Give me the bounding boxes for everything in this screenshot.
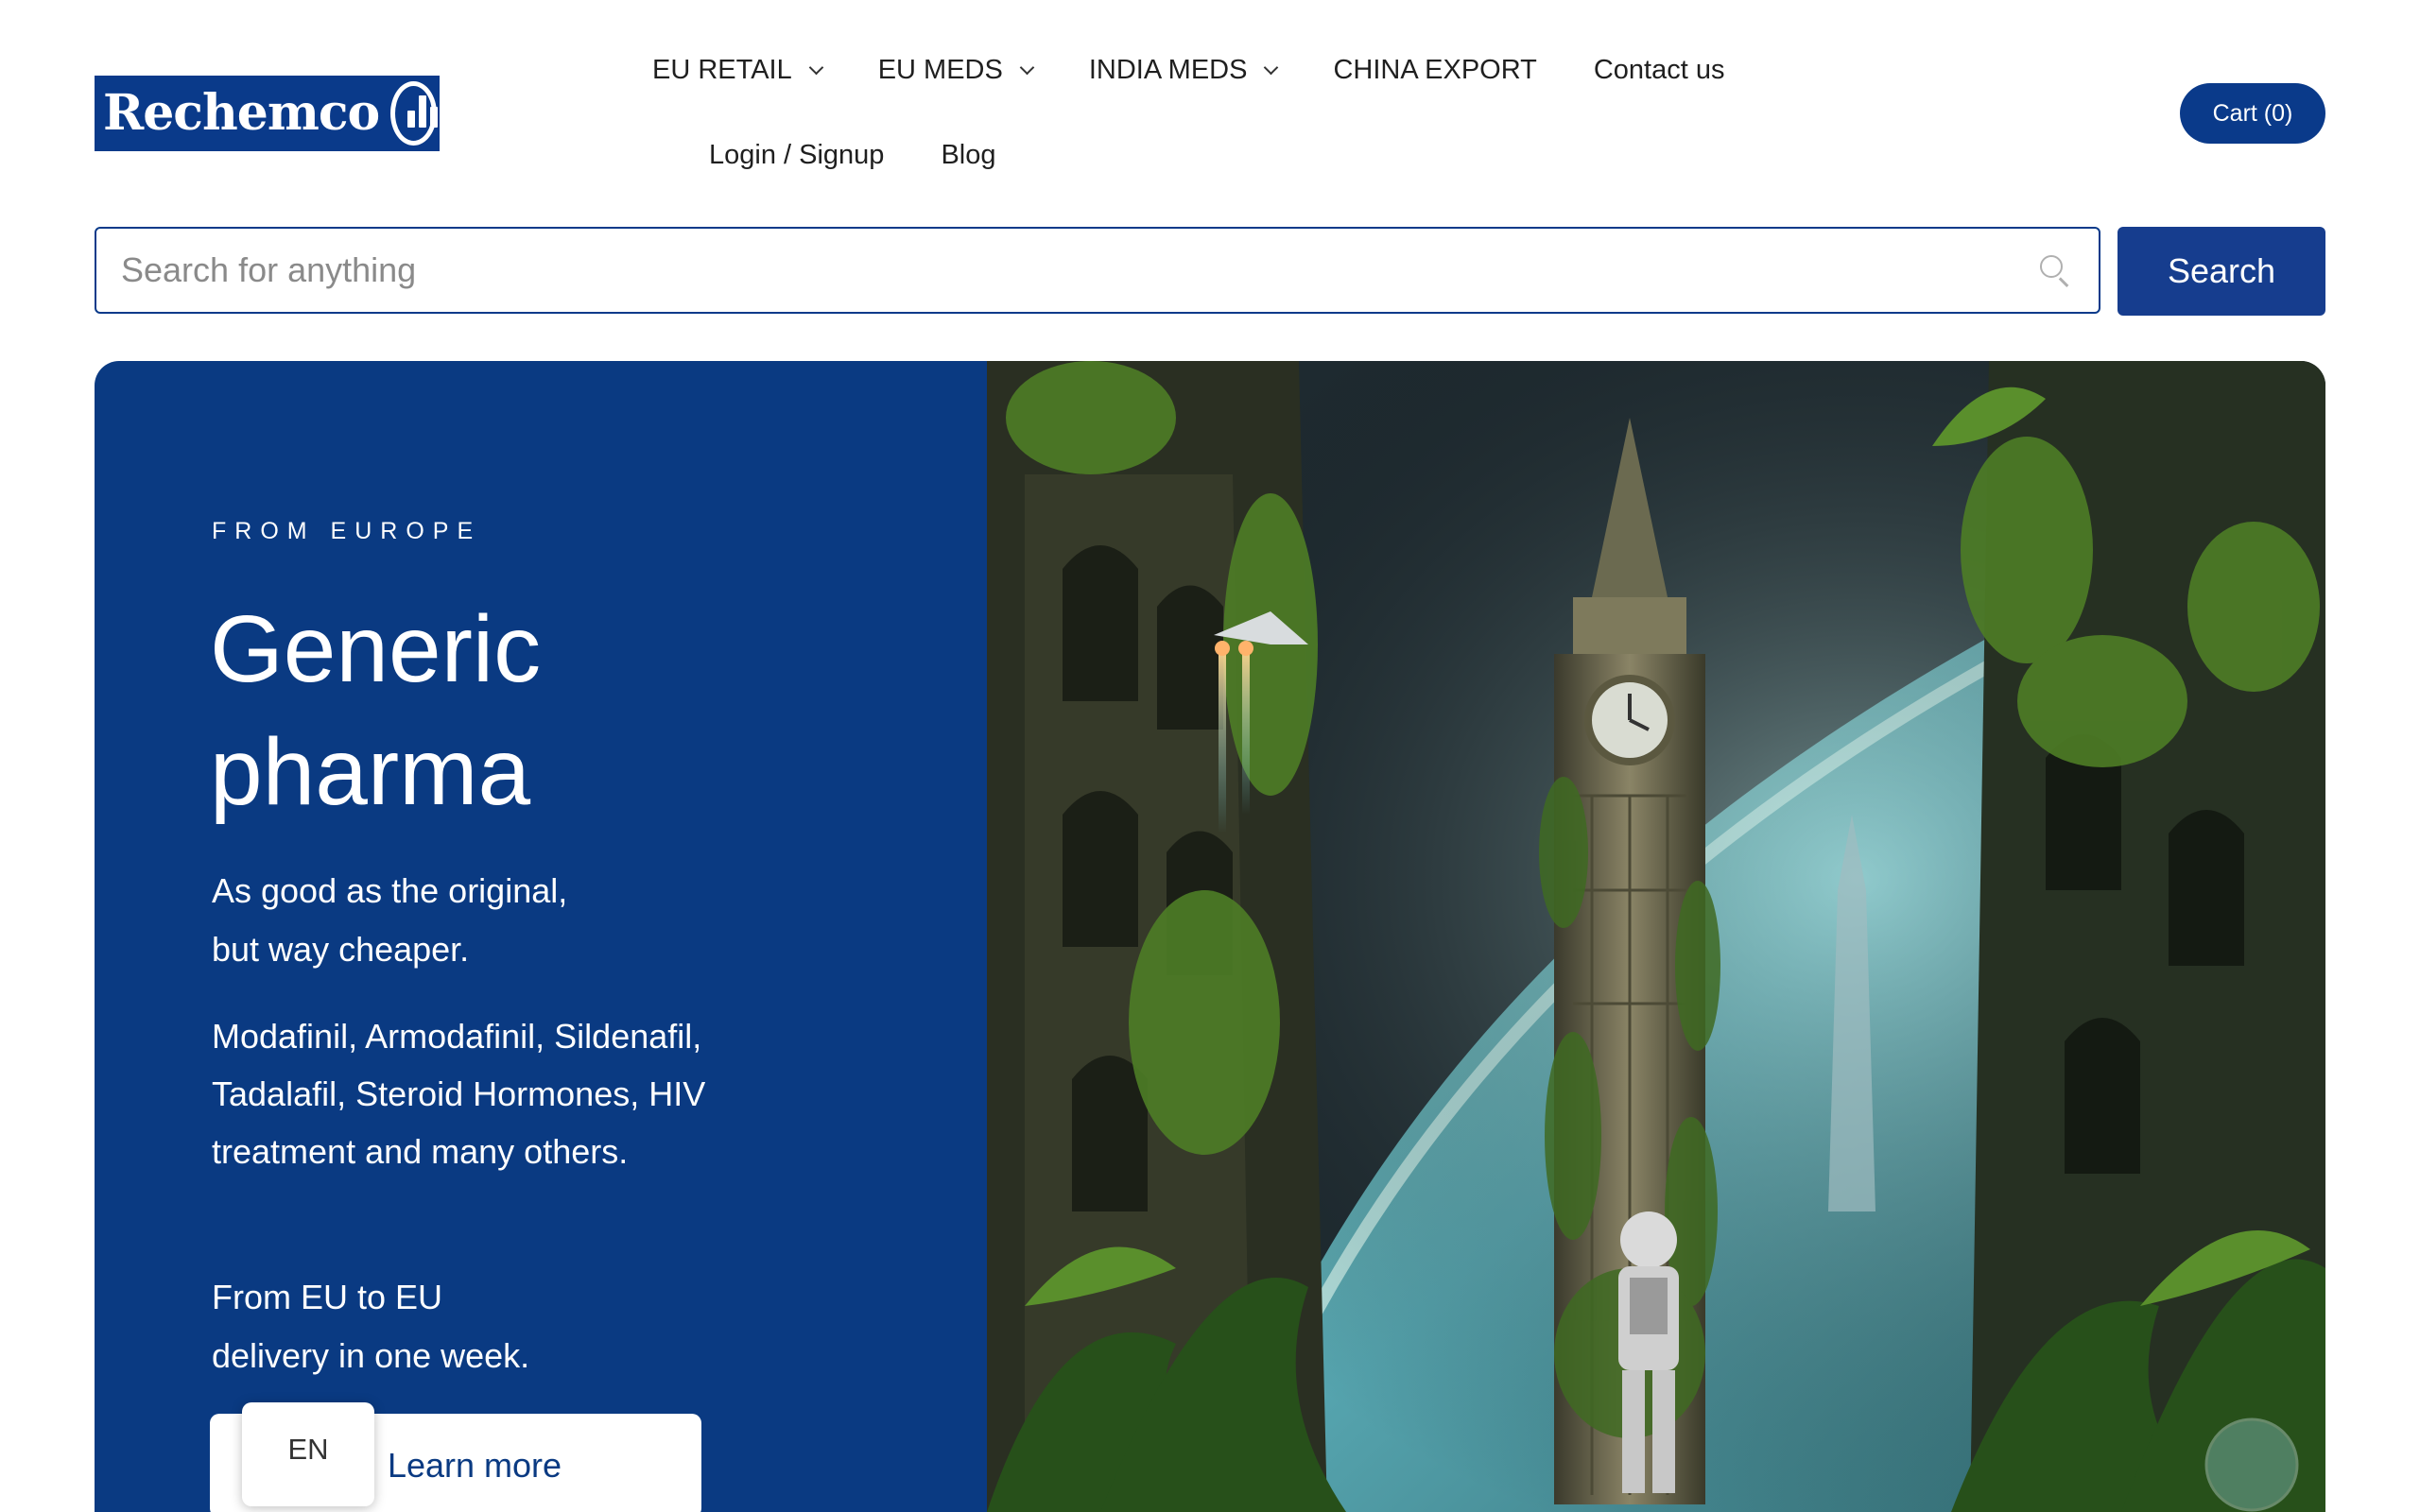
- main-nav: EU RETAIL EU MEDS INDIA MEDS CHINA EXPOR…: [652, 47, 1782, 178]
- chevron-down-icon: [1264, 60, 1279, 75]
- nav-row-secondary: Login / Signup Blog: [652, 132, 1782, 178]
- hero-delivery-text: From EU to EU delivery in one week.: [212, 1268, 529, 1385]
- chevron-down-icon: [1019, 60, 1035, 75]
- hero-text-panel: FROM EUROPE Generic pharma As good as th…: [95, 361, 987, 1512]
- nav-item-india-meds[interactable]: INDIA MEDS: [1088, 54, 1279, 86]
- nav-item-label: Login / Signup: [709, 139, 885, 170]
- jungle-clock-tower-illustration: [987, 361, 2325, 1512]
- logo-mark-icon: [390, 81, 439, 146]
- search-icon[interactable]: [2036, 251, 2074, 289]
- nav-item-login-signup[interactable]: Login / Signup: [709, 140, 884, 171]
- hero-delivery-line: From EU to EU: [212, 1278, 443, 1316]
- nav-item-label: EU RETAIL: [652, 54, 792, 85]
- nav-item-eu-retail[interactable]: EU RETAIL: [652, 54, 823, 86]
- nav-item-label: Blog: [941, 139, 996, 170]
- search-button[interactable]: Search: [2118, 227, 2325, 316]
- nav-item-label: EU MEDS: [877, 54, 1003, 85]
- nav-item-contact-us[interactable]: Contact us: [1594, 55, 1725, 86]
- hero-products-line: Tadalafil, Steroid Hormones, HIV: [212, 1074, 706, 1113]
- hero-headline-line: Generic: [210, 596, 542, 702]
- language-selector[interactable]: EN: [242, 1402, 374, 1506]
- language-label: EN: [287, 1433, 329, 1466]
- nav-item-blog[interactable]: Blog: [941, 140, 995, 171]
- nav-row-primary: EU RETAIL EU MEDS INDIA MEDS CHINA EXPOR…: [652, 47, 1782, 93]
- hero-products-line: Modafinil, Armodafinil, Sildenafil,: [212, 1017, 702, 1056]
- nav-item-label: Contact us: [1593, 54, 1725, 85]
- hero-eyebrow: FROM EUROPE: [212, 518, 482, 544]
- hero-headline-line: pharma: [210, 719, 531, 825]
- brand-logo[interactable]: Rechemco: [95, 76, 440, 151]
- cart-label: Cart (0): [2212, 99, 2293, 127]
- cart-button[interactable]: Cart (0): [2180, 83, 2325, 144]
- hero-products-line: treatment and many others.: [212, 1132, 629, 1171]
- hero-products-text: Modafinil, Armodafinil, Sildenafil, Tada…: [212, 1007, 798, 1180]
- hero-tagline-line: but way cheaper.: [212, 930, 470, 969]
- hero-banner: FROM EUROPE Generic pharma As good as th…: [95, 361, 2325, 1512]
- hero-delivery-line: delivery in one week.: [212, 1336, 530, 1375]
- search-box: [95, 227, 2100, 314]
- chevron-down-icon: [808, 60, 823, 75]
- brand-name: Rechemco: [103, 84, 380, 142]
- learn-more-label: Learn more: [387, 1446, 562, 1485]
- hero-illustration: [987, 361, 2325, 1512]
- nav-item-china-export[interactable]: CHINA EXPORT: [1333, 55, 1536, 86]
- nav-item-label: INDIA MEDS: [1088, 54, 1248, 85]
- nav-item-label: CHINA EXPORT: [1333, 54, 1537, 85]
- search-input[interactable]: [96, 229, 2036, 312]
- hero-tagline: As good as the original, but way cheaper…: [212, 862, 567, 979]
- hero-tagline-line: As good as the original,: [212, 871, 568, 910]
- nav-item-eu-meds[interactable]: EU MEDS: [877, 54, 1035, 86]
- page: Rechemco EU RETAIL EU MEDS INDIA MEDS CH…: [0, 0, 2420, 1512]
- hero-headline: Generic pharma: [210, 588, 541, 833]
